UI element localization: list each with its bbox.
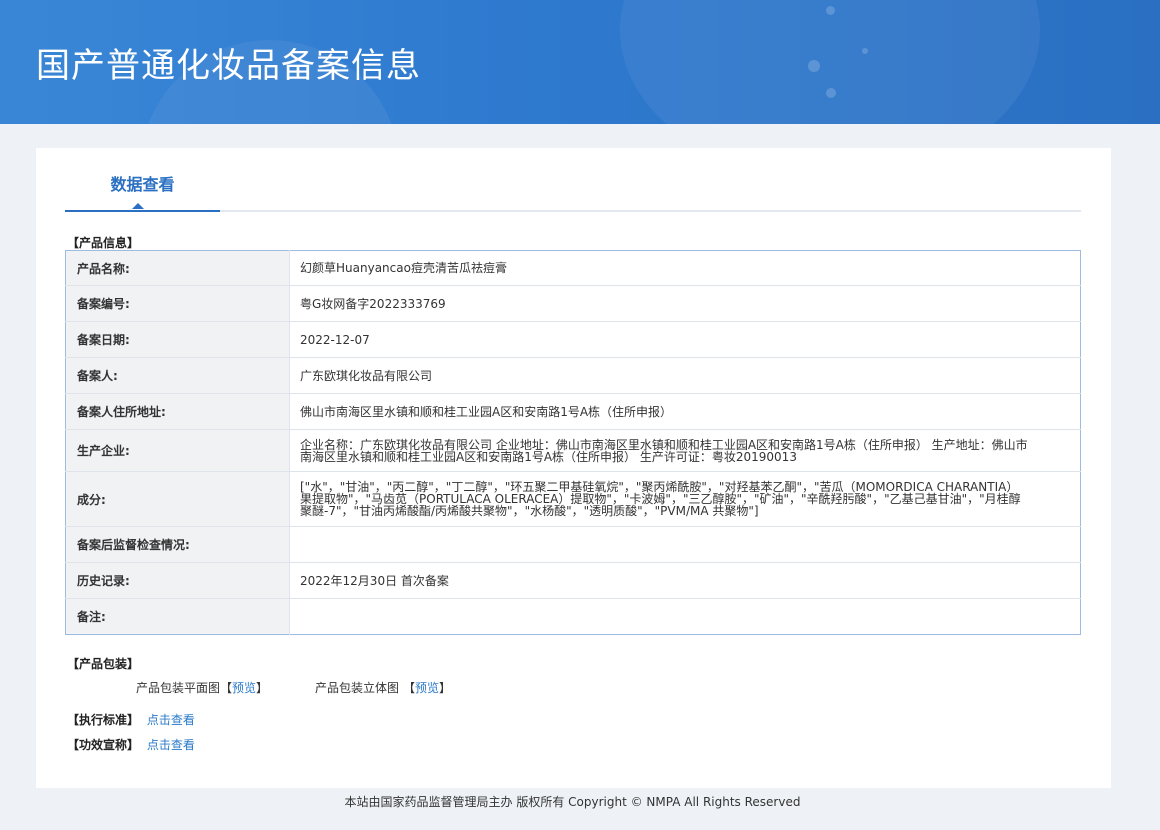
banner-decoration xyxy=(620,0,1040,124)
bracket-close: 】 xyxy=(256,681,269,695)
table-row: 备注: xyxy=(65,598,1081,635)
banner-bubble xyxy=(826,6,835,15)
row-value: 企业名称：广东欧琪化妆品有限公司 企业地址：佛山市南海区里水镇和顺和桂工业园A区… xyxy=(289,429,1081,472)
efficacy-row: 【功效宣称】 点击查看 xyxy=(67,736,195,753)
row-label: 备注: xyxy=(65,598,290,635)
standard-heading: 【执行标准】 xyxy=(67,713,140,727)
row-value: 广东欧琪化妆品有限公司 xyxy=(289,357,1081,394)
bracket-close: 】 xyxy=(439,681,452,695)
row-value: 2022-12-07 xyxy=(289,321,1081,358)
header-banner: 国产普通化妆品备案信息 xyxy=(0,0,1160,124)
row-label: 备案人住所地址: xyxy=(65,393,290,430)
row-value: 幻颜草Huanyancao痘壳清苦瓜祛痘膏 xyxy=(289,250,1081,286)
table-row: 备案人住所地址: 佛山市南海区里水镇和顺和桂工业园A区和安南路1号A栋（住所申报… xyxy=(65,393,1081,430)
row-value: 佛山市南海区里水镇和顺和桂工业园A区和安南路1号A栋（住所申报） xyxy=(289,393,1081,430)
row-value: ["水"，"甘油"，"丙二醇"，"丁二醇"，"环五聚二甲基硅氧烷"，"聚丙烯酰胺… xyxy=(289,471,1081,527)
standard-row: 【执行标准】 点击查看 xyxy=(67,711,195,728)
bracket-open: 【 xyxy=(220,681,233,695)
packaging-flat-item: 产品包装平面图【预览】 xyxy=(136,679,268,696)
table-row: 备案日期: 2022-12-07 xyxy=(65,321,1081,358)
tab-active-indicator xyxy=(132,203,144,209)
row-value xyxy=(289,526,1081,563)
table-row: 历史记录: 2022年12月30日 首次备案 xyxy=(65,562,1081,599)
tab-bar: 数据查看 xyxy=(65,148,1081,212)
product-info-heading: 【产品信息】 xyxy=(67,236,140,250)
packaging-3d-item: 产品包装立体图 【预览】 xyxy=(315,679,451,696)
banner-bubble xyxy=(808,60,820,72)
preview-flat-link[interactable]: 预览 xyxy=(232,681,256,695)
packaging-3d-label: 产品包装立体图 xyxy=(315,681,400,695)
packaging-heading: 【产品包装】 xyxy=(67,657,140,671)
row-label: 产品名称: xyxy=(65,250,290,286)
row-label: 生产企业: xyxy=(65,429,290,472)
banner-bubble xyxy=(826,88,836,98)
efficacy-heading: 【功效宣称】 xyxy=(67,738,140,752)
row-value xyxy=(289,598,1081,635)
product-info-table: 产品名称: 幻颜草Huanyancao痘壳清苦瓜祛痘膏 备案编号: 粤G妆网备字… xyxy=(65,250,1081,635)
row-label: 成分: xyxy=(65,471,290,527)
row-label: 备案人: xyxy=(65,357,290,394)
efficacy-view-link[interactable]: 点击查看 xyxy=(147,738,195,752)
table-row: 备案后监督检查情况: xyxy=(65,526,1081,563)
preview-3d-link[interactable]: 预览 xyxy=(415,681,439,695)
row-label: 备案后监督检查情况: xyxy=(65,526,290,563)
packaging-flat-label: 产品包装平面图 xyxy=(136,681,221,695)
content-card: 数据查看 【产品信息】 产品名称: 幻颜草Huanyancao痘壳清苦瓜祛痘膏 … xyxy=(36,148,1111,788)
banner-bubble xyxy=(862,48,868,54)
table-row: 生产企业: 企业名称：广东欧琪化妆品有限公司 企业地址：佛山市南海区里水镇和顺和… xyxy=(65,429,1081,472)
page-title: 国产普通化妆品备案信息 xyxy=(36,46,421,86)
table-row: 备案人: 广东欧琪化妆品有限公司 xyxy=(65,357,1081,394)
row-value: 粤G妆网备字2022333769 xyxy=(289,285,1081,322)
table-row: 成分: ["水"，"甘油"，"丙二醇"，"丁二醇"，"环五聚二甲基硅氧烷"，"聚… xyxy=(65,471,1081,527)
row-value: 2022年12月30日 首次备案 xyxy=(289,562,1081,599)
table-row: 备案编号: 粤G妆网备字2022333769 xyxy=(65,285,1081,322)
bracket-open: 【 xyxy=(403,681,416,695)
row-label: 历史记录: xyxy=(65,562,290,599)
row-label: 备案日期: xyxy=(65,321,290,358)
table-row: 产品名称: 幻颜草Huanyancao痘壳清苦瓜祛痘膏 xyxy=(65,250,1081,286)
standard-view-link[interactable]: 点击查看 xyxy=(147,713,195,727)
row-label: 备案编号: xyxy=(65,285,290,322)
page-footer: 本站由国家药品监督管理局主办 版权所有 Copyright © NMPA All… xyxy=(344,795,801,809)
